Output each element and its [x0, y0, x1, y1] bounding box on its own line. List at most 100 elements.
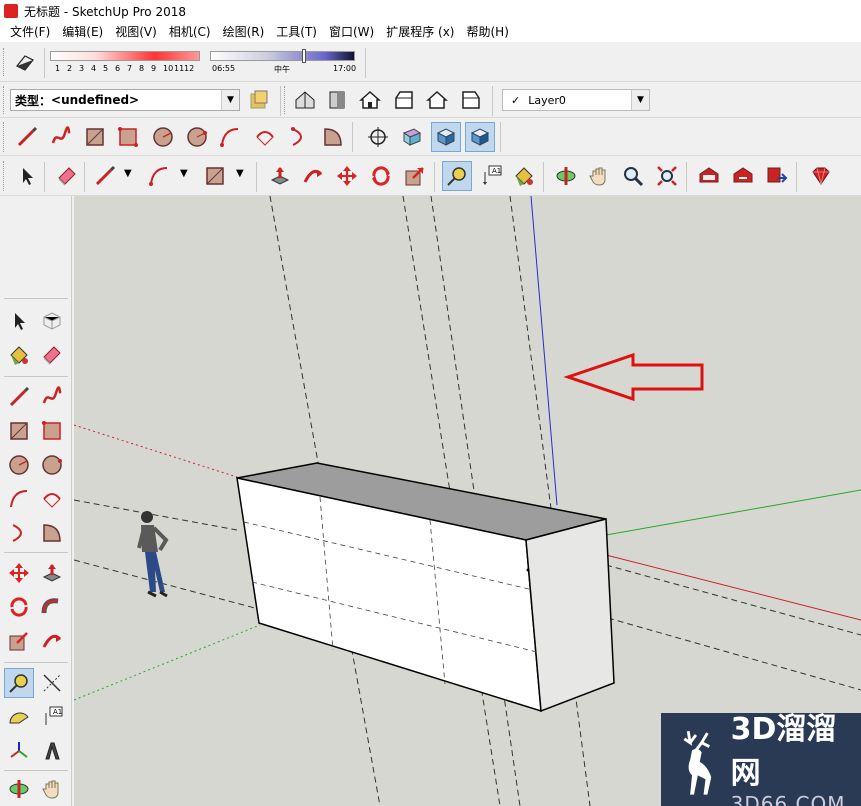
- shadows-toggle-button[interactable]: [10, 47, 40, 77]
- menu-draw[interactable]: 绘图(R): [217, 22, 271, 42]
- rectangle-tool-button[interactable]: [80, 122, 110, 152]
- iso-view-button[interactable]: [290, 85, 320, 115]
- two-point-arc-tool-button[interactable]: [250, 122, 280, 152]
- toolbar-grip[interactable]: [3, 161, 6, 191]
- pan-tool-button[interactable]: [584, 161, 614, 191]
- back-view-button[interactable]: [422, 85, 452, 115]
- menu-extensions[interactable]: 扩展程序 (x): [380, 22, 460, 42]
- two-point-arc-tool-button[interactable]: [37, 484, 67, 514]
- pie-tool-button[interactable]: [318, 122, 348, 152]
- front-view-button[interactable]: [355, 85, 385, 115]
- circle-tool-button[interactable]: [4, 450, 34, 480]
- line-tool-button[interactable]: [4, 382, 34, 412]
- rotated-rectangle-tool-button[interactable]: [37, 416, 67, 446]
- pan-tool-button[interactable]: [37, 774, 67, 804]
- polygon-tool-button[interactable]: [37, 450, 67, 480]
- follow-me-tool-button[interactable]: [37, 592, 67, 622]
- chevron-down-icon[interactable]: ▼: [124, 168, 132, 179]
- three-point-arc-tool-button[interactable]: [4, 518, 34, 548]
- pie-tool-button[interactable]: [37, 518, 67, 548]
- shaded-style-button[interactable]: [431, 122, 461, 152]
- paint-bucket-tool-button[interactable]: [4, 340, 34, 370]
- paint-bucket-tool-button[interactable]: [509, 161, 539, 191]
- move-tool-button[interactable]: [332, 161, 362, 191]
- menu-edit[interactable]: 编辑(E): [56, 22, 109, 42]
- toolbar-grip[interactable]: [284, 86, 287, 114]
- arrow-cursor-icon: [15, 313, 25, 330]
- rotate-tool-button[interactable]: [366, 161, 396, 191]
- freehand-tool-button[interactable]: [37, 382, 67, 412]
- share-component-button[interactable]: [762, 161, 792, 191]
- orbit-tool-button[interactable]: [551, 161, 581, 191]
- toolbar-grip[interactable]: [3, 48, 6, 76]
- eraser-tool-button[interactable]: [37, 340, 67, 370]
- axes-tool-button[interactable]: [4, 736, 34, 766]
- scale-tool-button[interactable]: [400, 161, 430, 191]
- three-point-arc-tool-button[interactable]: [284, 122, 314, 152]
- dimension-tool-button[interactable]: [37, 668, 67, 698]
- time-slider[interactable]: [210, 51, 355, 61]
- select-tool-button[interactable]: [4, 306, 34, 336]
- pencil-dropdown-button[interactable]: [90, 161, 120, 191]
- text-tool-button[interactable]: A1: [476, 161, 506, 191]
- menu-tools[interactable]: 工具(T): [270, 22, 323, 42]
- textured-style-button[interactable]: [465, 122, 495, 152]
- share-model-button[interactable]: [728, 161, 758, 191]
- protractor-tool-button[interactable]: [4, 702, 34, 732]
- push-pull-tool-button[interactable]: [37, 558, 67, 588]
- arc-tool-button[interactable]: [4, 484, 34, 514]
- right-view-button[interactable]: [389, 85, 419, 115]
- toolbar-grip[interactable]: [3, 122, 6, 152]
- arc-tool-button[interactable]: [215, 122, 245, 152]
- time-slider-thumb[interactable]: [302, 49, 306, 63]
- push-pull-tool-button[interactable]: [265, 161, 295, 191]
- offset-tool-button[interactable]: [37, 626, 67, 656]
- make-component-button[interactable]: [37, 306, 67, 336]
- tape-measure-tool-button[interactable]: [442, 161, 472, 191]
- toolbar-separator: [4, 662, 68, 663]
- menu-view[interactable]: 视图(V): [109, 22, 163, 42]
- select-tool-button[interactable]: [12, 161, 42, 191]
- rectangle-tool-button[interactable]: [4, 416, 34, 446]
- position-camera-button[interactable]: [363, 122, 393, 152]
- menu-file[interactable]: 文件(F): [4, 22, 56, 42]
- circle-tool-button[interactable]: [148, 122, 178, 152]
- chevron-down-icon[interactable]: ▼: [236, 168, 244, 179]
- menu-window[interactable]: 窗口(W): [323, 22, 380, 42]
- orbit-tool-button[interactable]: [4, 774, 34, 804]
- zoom-extents-button[interactable]: [652, 161, 682, 191]
- freehand-tool-button[interactable]: [46, 122, 76, 152]
- rotated-rectangle-tool-button[interactable]: [113, 122, 143, 152]
- move-tool-button[interactable]: [4, 558, 34, 588]
- rectangle-dropdown-button[interactable]: [200, 161, 230, 191]
- month-label: 3: [79, 64, 85, 73]
- 3d-text-tool-button[interactable]: [37, 736, 67, 766]
- top-view-button[interactable]: [322, 85, 352, 115]
- extension-warehouse-button[interactable]: [806, 161, 836, 191]
- left-view-button[interactable]: [456, 85, 486, 115]
- xray-button[interactable]: [397, 122, 427, 152]
- polygon-tool-button[interactable]: [182, 122, 212, 152]
- toolbar-grip[interactable]: [3, 86, 6, 114]
- scale-tool-button[interactable]: [4, 626, 34, 656]
- pie-icon: [43, 524, 61, 542]
- zoom-tool-button[interactable]: [618, 161, 648, 191]
- text-tool-button[interactable]: A1: [37, 702, 67, 732]
- chevron-down-icon[interactable]: ▼: [631, 90, 649, 110]
- type-combo[interactable]: 类型： <undefined> ▼: [10, 89, 240, 111]
- warehouse-button[interactable]: [694, 161, 724, 191]
- month-slider[interactable]: [50, 51, 200, 61]
- line-tool-button[interactable]: [12, 122, 42, 152]
- rotate-tool-button[interactable]: [4, 592, 34, 622]
- layer-combo[interactable]: ✓ Layer0 ▼: [502, 89, 650, 111]
- box-model[interactable]: [236, 462, 615, 713]
- tape-measure-tool-button[interactable]: [4, 668, 34, 698]
- offset-tool-button[interactable]: [298, 161, 328, 191]
- component-options-button[interactable]: [244, 85, 274, 115]
- chevron-down-icon[interactable]: ▼: [180, 168, 188, 179]
- arc-dropdown-button[interactable]: [144, 161, 174, 191]
- menu-camera[interactable]: 相机(C): [163, 22, 217, 42]
- eraser-tool-button[interactable]: [52, 161, 82, 191]
- chevron-down-icon[interactable]: ▼: [221, 90, 239, 110]
- menu-help[interactable]: 帮助(H): [460, 22, 514, 42]
